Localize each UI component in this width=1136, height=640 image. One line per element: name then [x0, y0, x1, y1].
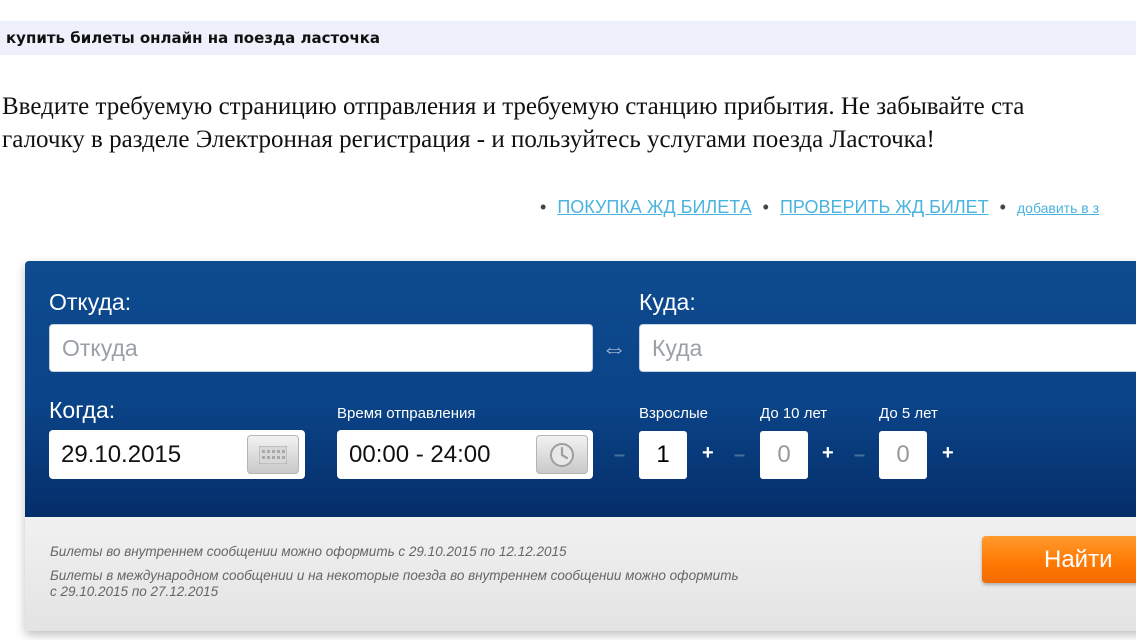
link-buy-ticket[interactable]: ПОКУПКА ЖД БИЛЕТА	[557, 197, 751, 217]
children-10-count[interactable]: 0	[760, 431, 808, 479]
children-5-plus-button[interactable]: +	[942, 443, 954, 463]
swap-arrows-icon[interactable]: ⇔	[597, 335, 631, 361]
international-note: Билеты в международном сообщении и на не…	[50, 568, 850, 600]
time-value: 00:00 - 24:00	[349, 440, 491, 468]
children-10-minus-button[interactable]: –	[734, 445, 745, 465]
from-input[interactable]	[49, 324, 593, 372]
bullet-icon: •	[540, 197, 547, 217]
page-heading-text: купить билеты онлайн на поезда ласточка	[6, 29, 381, 47]
adults-plus-button[interactable]: +	[702, 443, 714, 463]
intro-text: Введите требуемую страницию отправления …	[2, 90, 1136, 156]
children-5-minus-button[interactable]: –	[854, 445, 865, 465]
intro-line-2: галочку в разделе Электронная регистраци…	[2, 126, 935, 153]
search-panel: Откуда: ⇔ Куда: Когда: 29.10.2015 Время …	[25, 261, 1136, 631]
children-5-count[interactable]: 0	[879, 431, 927, 479]
domestic-note: Билеты во внутреннем сообщении можно офо…	[50, 544, 567, 559]
adults-count[interactable]: 1	[639, 431, 687, 479]
bullet-icon: •	[999, 197, 1006, 217]
clock-icon[interactable]	[536, 435, 588, 474]
adults-label: Взрослые	[639, 405, 708, 422]
international-note-line-1: Билеты в международном сообщении и на не…	[50, 568, 739, 583]
top-links: • ПОКУПКА ЖД БИЛЕТА • ПРОВЕРИТЬ ЖД БИЛЕТ…	[534, 197, 1099, 218]
date-value: 29.10.2015	[61, 440, 182, 468]
calendar-icon[interactable]	[247, 435, 299, 474]
children-5-label: До 5 лет	[879, 405, 938, 422]
search-button[interactable]: Найти	[982, 536, 1136, 583]
intro-line-1: Введите требуемую страницию отправления …	[2, 93, 1025, 120]
to-label: Куда:	[639, 289, 696, 315]
children-10-label: До 10 лет	[760, 405, 828, 422]
from-label: Откуда:	[49, 289, 132, 315]
link-check-ticket[interactable]: ПРОВЕРИТЬ ЖД БИЛЕТ	[780, 197, 989, 217]
children-10-plus-button[interactable]: +	[822, 443, 834, 463]
when-label: Когда:	[49, 397, 116, 423]
time-label: Время отправления	[337, 405, 476, 422]
bullet-icon: •	[762, 197, 769, 217]
page-heading: купить билеты онлайн на поезда ласточка	[0, 21, 1136, 55]
to-input[interactable]	[639, 324, 1136, 372]
adults-minus-button[interactable]: –	[614, 445, 625, 465]
link-add-to[interactable]: добавить в з	[1017, 200, 1099, 216]
search-form: Откуда: ⇔ Куда: Когда: 29.10.2015 Время …	[25, 261, 1136, 517]
international-note-line-2: с 29.10.2015 по 27.12.2015	[50, 584, 219, 599]
